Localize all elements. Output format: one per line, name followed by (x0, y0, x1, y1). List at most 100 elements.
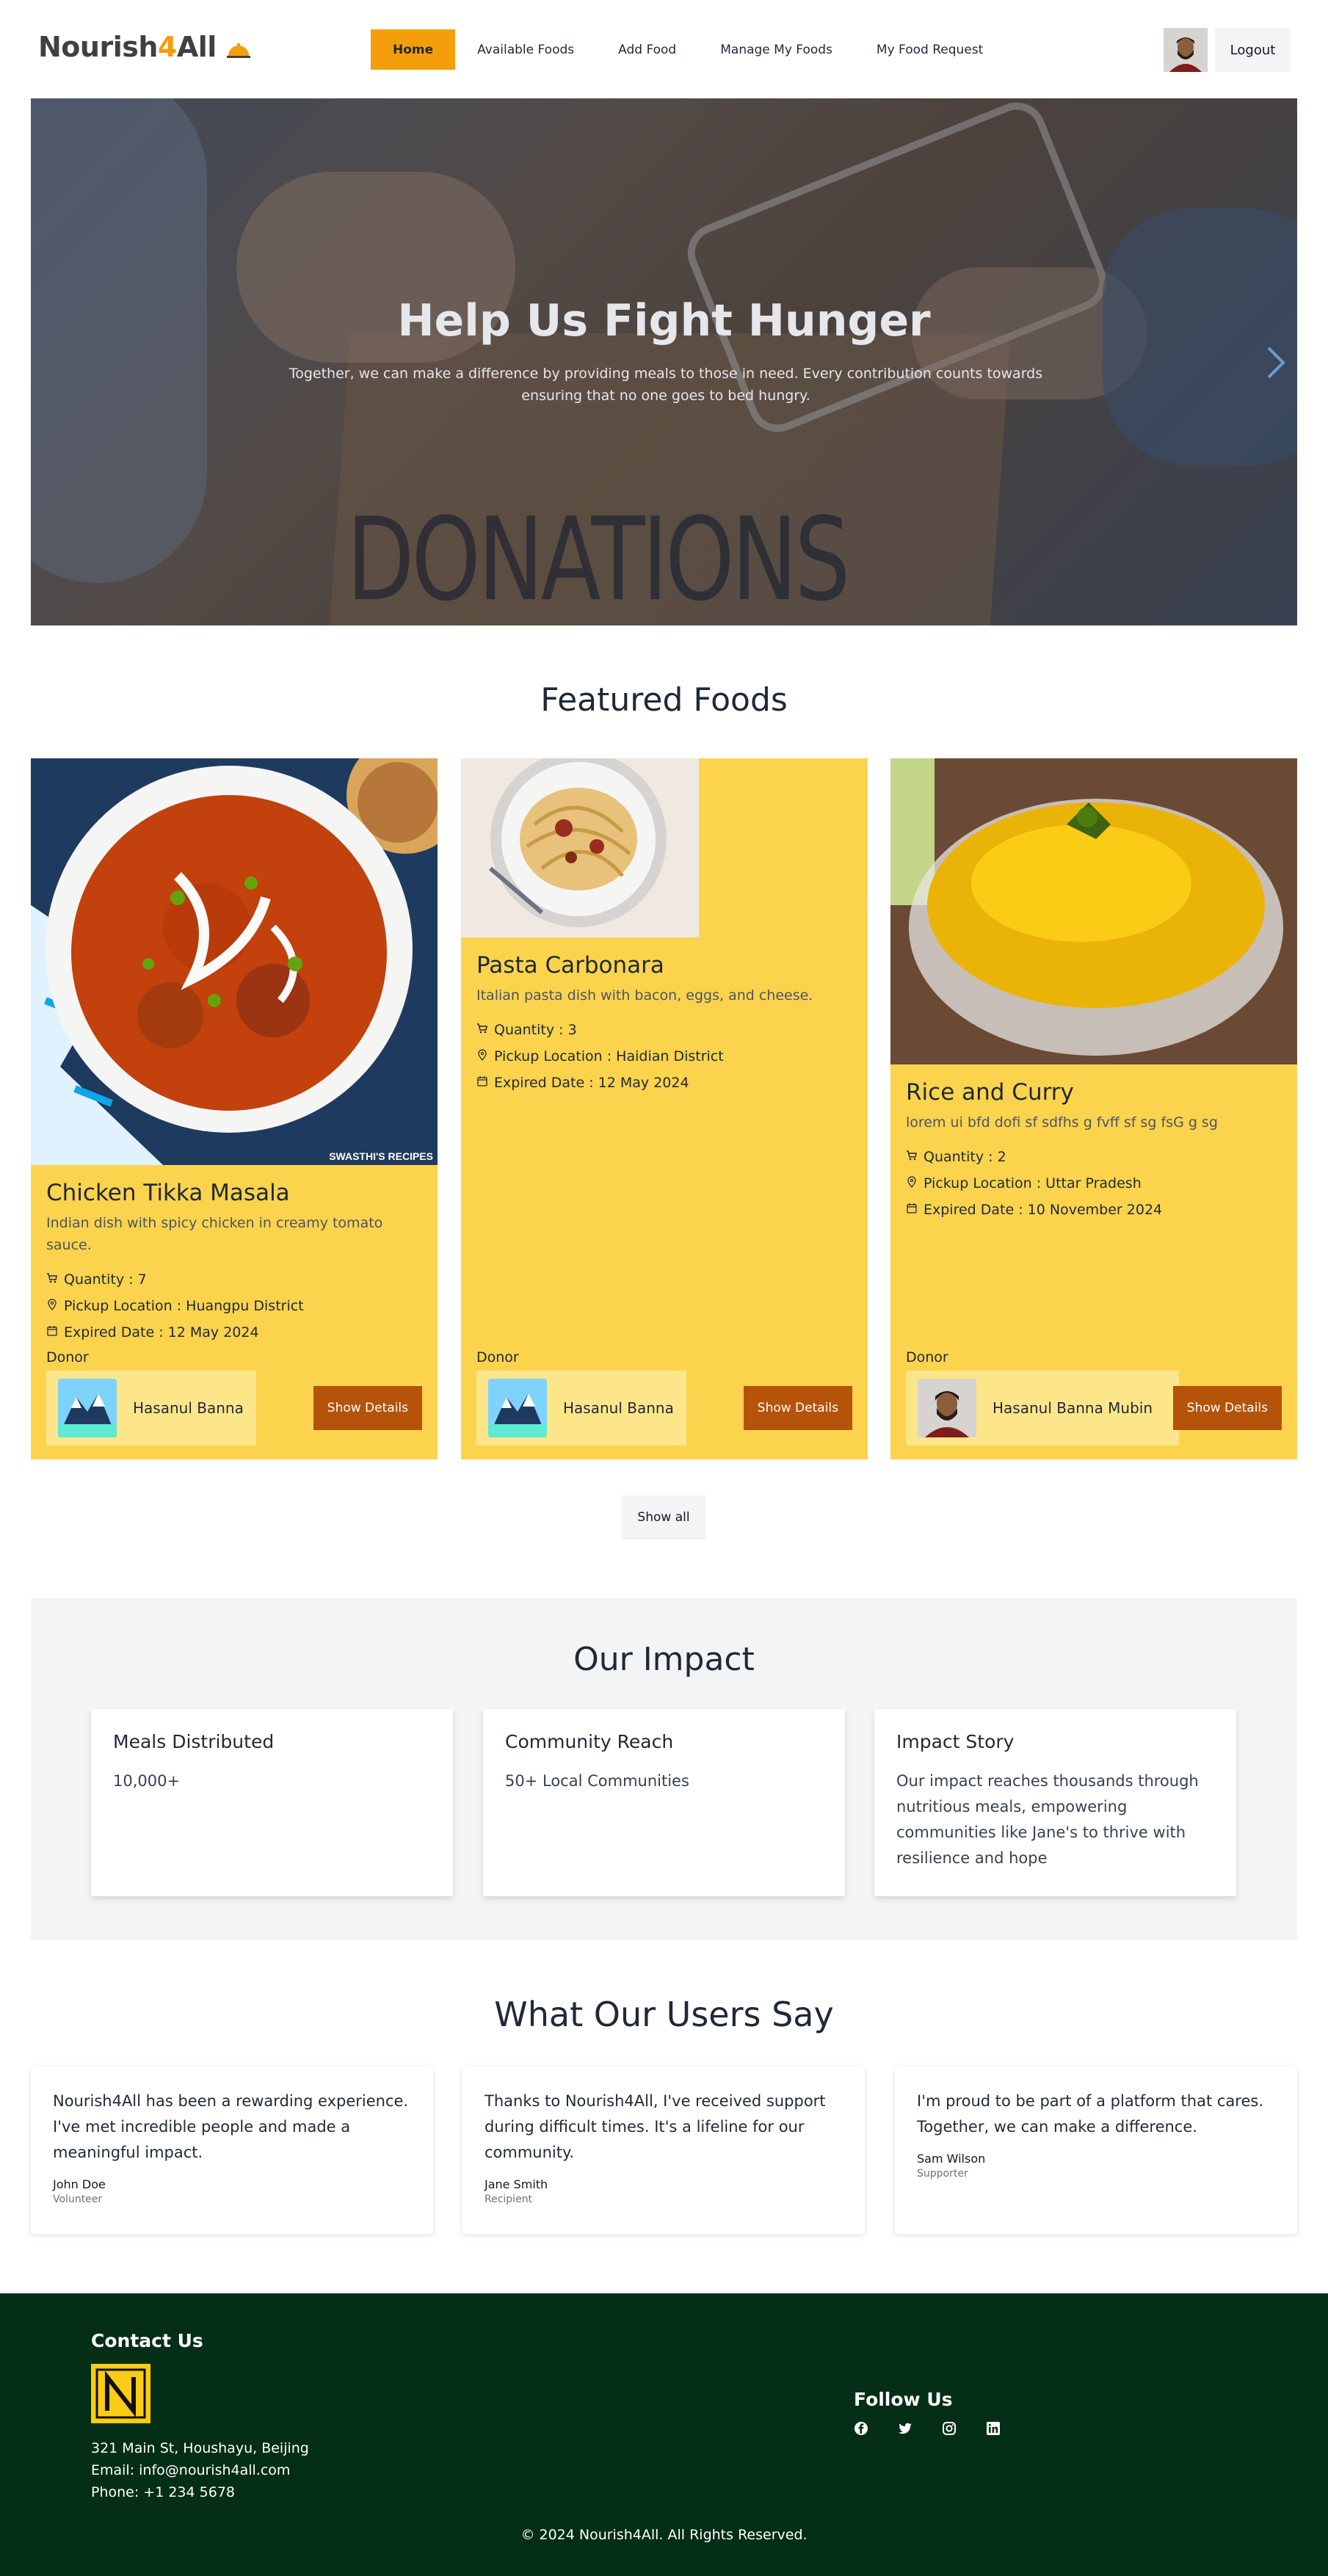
donor-name: Hasanul Banna (563, 1399, 674, 1417)
calendar-icon (476, 1070, 488, 1096)
food-quantity: Quantity : 7 (46, 1266, 422, 1293)
donor-avatar (918, 1379, 976, 1437)
food-expired-date: Expired Date : 12 May 2024 (46, 1319, 422, 1346)
food-description: lorem ui bfd dofi sf sdfhs g fvff sf sg … (906, 1114, 1218, 1131)
donor-label: Donor (906, 1349, 948, 1365)
facebook-icon[interactable] (854, 2421, 868, 2436)
donor-info: Hasanul Banna Mubin (906, 1371, 1179, 1445)
cart-icon (906, 1144, 918, 1170)
follow-title: Follow Us (854, 2389, 953, 2410)
top-navbar: Nourish4All Home Available Foods Add Foo… (0, 0, 1328, 98)
food-card-body: Chicken Tikka Masala Indian dish with sp… (46, 1180, 422, 1346)
food-dish-icon (225, 41, 252, 60)
twitter-icon[interactable] (898, 2421, 912, 2436)
food-card: Rice and Curry lorem ui bfd dofi sf sdfh… (890, 758, 1297, 1459)
map-pin-icon (46, 1293, 58, 1319)
impact-card-text: Our impact reaches thousands through nut… (896, 1772, 1199, 1867)
impact-card: Community Reach 50+ Local Communities (483, 1709, 845, 1896)
nav-my-food-request[interactable]: My Food Request (855, 29, 1005, 70)
testimonial-name: Sam Wilson (917, 2152, 986, 2166)
cart-icon (46, 1266, 58, 1293)
footer-phone: Phone: +1 234 5678 (91, 2484, 236, 2500)
impact-card: Impact Story Our impact reaches thousand… (874, 1709, 1236, 1896)
brand-logo[interactable]: Nourish4All (38, 31, 252, 63)
image-watermark: SWASTHI'S RECIPES (329, 1150, 433, 1162)
testimonials-title: What Our Users Say (494, 1995, 834, 2034)
show-details-button[interactable]: Show Details (1172, 1386, 1282, 1430)
nav-home[interactable]: Home (371, 29, 456, 70)
impact-card: Meals Distributed 10,000+ (91, 1709, 453, 1896)
impact-card-text: 10,000+ (113, 1772, 181, 1790)
logout-button[interactable]: Logout (1215, 28, 1291, 72)
nav-available-foods[interactable]: Available Foods (455, 29, 596, 70)
testimonial-card: I'm proud to be part of a platform that … (895, 2067, 1297, 2234)
donor-avatar (488, 1379, 547, 1437)
food-location: Pickup Location : Huangpu District (46, 1293, 422, 1319)
food-description: Indian dish with spicy chicken in creamy… (46, 1215, 383, 1253)
food-card-body: Rice and Curry lorem ui bfd dofi sf sdfh… (906, 1079, 1282, 1223)
donor-label: Donor (476, 1349, 519, 1365)
testimonial-card: Thanks to Nourish4All, I've received sup… (462, 2067, 865, 2234)
brand-name: Nourish4All (38, 31, 217, 63)
user-avatar[interactable] (1164, 28, 1208, 72)
hero-title: Help Us Fight Hunger (397, 295, 931, 347)
map-pin-icon (906, 1170, 918, 1197)
food-image: SWASTHI'S RECIPES (31, 758, 438, 1165)
food-quantity: Quantity : 2 (906, 1144, 1282, 1170)
contact-title: Contact Us (91, 2330, 203, 2351)
impact-card-title: Meals Distributed (113, 1731, 275, 1752)
food-image (890, 758, 1297, 1064)
main-nav: Home Available Foods Add Food Manage My … (371, 29, 1005, 70)
chevron-right-icon[interactable] (1261, 341, 1291, 385)
testimonial-card: Nourish4All has been a rewarding experie… (31, 2067, 433, 2234)
hero-banner: DONATIONS Help Us Fight Hunger Together,… (31, 98, 1297, 625)
donor-name: Hasanul Banna Mubin (993, 1399, 1153, 1417)
donor-name: Hasanul Banna (133, 1399, 244, 1417)
hero-subtitle: Together, we can make a difference by pr… (289, 366, 1043, 404)
cart-icon (476, 1017, 488, 1043)
food-card: Pasta Carbonara Italian pasta dish with … (461, 758, 868, 1459)
instagram-icon[interactable] (942, 2421, 957, 2436)
nav-manage-my-foods[interactable]: Manage My Foods (698, 29, 855, 70)
food-card-body: Pasta Carbonara Italian pasta dish with … (476, 952, 852, 1096)
show-details-button[interactable]: Show Details (313, 1386, 422, 1430)
food-expired-date: Expired Date : 10 November 2024 (906, 1197, 1282, 1223)
testimonial-name: John Doe (53, 2177, 106, 2191)
food-expired-date: Expired Date : 12 May 2024 (476, 1070, 852, 1096)
copyright: © 2024 Nourish4All. All Rights Reserved. (520, 2527, 808, 2543)
nav-add-food[interactable]: Add Food (596, 29, 698, 70)
calendar-icon (906, 1197, 918, 1223)
impact-title: Our Impact (573, 1641, 755, 1678)
impact-card-text: 50+ Local Communities (505, 1772, 689, 1790)
donor-info: Hasanul Banna (476, 1371, 686, 1445)
testimonial-name: Jane Smith (485, 2177, 548, 2191)
featured-foods-title: Featured Foods (540, 681, 788, 719)
donor-info: Hasanul Banna (46, 1371, 256, 1445)
donor-label: Donor (46, 1349, 89, 1365)
testimonial-quote: Nourish4All has been a rewarding experie… (53, 2092, 409, 2161)
calendar-icon (46, 1319, 58, 1346)
testimonial-quote: I'm proud to be part of a platform that … (917, 2092, 1263, 2136)
food-quantity: Quantity : 3 (476, 1017, 852, 1043)
site-footer: Contact Us 321 Main St, Houshayu, Beijin… (0, 2293, 1328, 2576)
social-links (854, 2421, 1001, 2436)
food-card: SWASTHI'S RECIPES Chicken Tikka Masala I… (31, 758, 438, 1459)
food-description: Italian pasta dish with bacon, eggs, and… (476, 987, 813, 1004)
food-name: Pasta Carbonara (476, 952, 664, 979)
linkedin-icon[interactable] (986, 2421, 1001, 2436)
impact-card-title: Community Reach (505, 1731, 674, 1752)
show-details-button[interactable]: Show Details (743, 1386, 852, 1430)
food-name: Chicken Tikka Masala (46, 1180, 290, 1206)
footer-address: 321 Main St, Houshayu, Beijing (91, 2440, 309, 2456)
food-name: Rice and Curry (906, 1079, 1074, 1106)
map-pin-icon (476, 1043, 488, 1070)
footer-logo-icon (91, 2364, 150, 2423)
impact-card-title: Impact Story (896, 1731, 1015, 1752)
donor-avatar (58, 1379, 117, 1437)
food-location: Pickup Location : Haidian District (476, 1043, 852, 1070)
testimonial-role: Volunteer (53, 2194, 103, 2205)
show-all-button[interactable]: Show all (622, 1495, 705, 1539)
testimonial-quote: Thanks to Nourish4All, I've received sup… (485, 2092, 826, 2161)
testimonial-role: Recipient (485, 2194, 533, 2205)
footer-email[interactable]: Email: info@nourish4all.com (91, 2462, 290, 2478)
